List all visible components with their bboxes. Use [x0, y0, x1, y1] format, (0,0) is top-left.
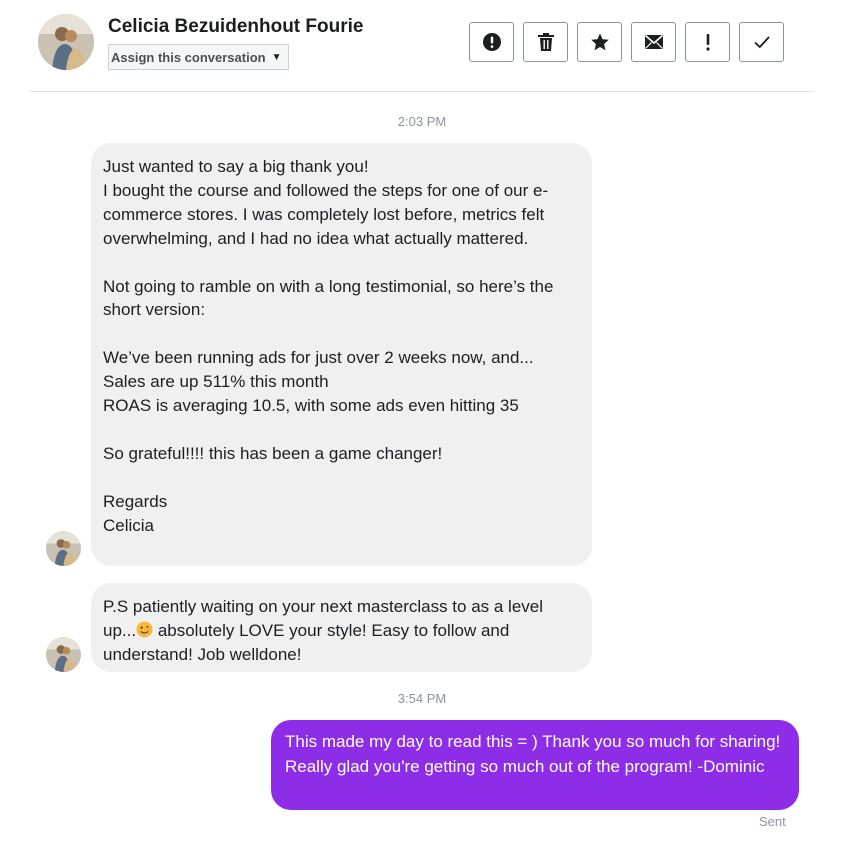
- star-icon: [590, 33, 609, 51]
- timestamp: 2:03 PM: [397, 114, 447, 129]
- star-button[interactable]: [577, 22, 622, 62]
- action-toolbar: [469, 22, 784, 62]
- reply-text: This made my day to read this = ) Thank …: [285, 732, 781, 776]
- follow-up-button[interactable]: [685, 22, 730, 62]
- sender-avatar[interactable]: [46, 637, 81, 672]
- contact-name: Celicia Bezuidenhout Fourie: [108, 16, 364, 37]
- envelope-icon: [644, 34, 663, 49]
- caret-down-icon: ▼: [271, 51, 282, 63]
- message-text: So grateful!!!! this has been a game cha…: [103, 443, 443, 463]
- message-text: Regards Celicia: [103, 491, 168, 535]
- trash-icon: [537, 33, 554, 51]
- mark-spam-button[interactable]: [469, 22, 514, 62]
- exclamation-icon: [705, 34, 710, 51]
- exclamation-circle-icon: [482, 33, 501, 51]
- conversation-header: Celicia Bezuidenhout Fourie Assign this …: [0, 0, 844, 92]
- sender-avatar[interactable]: [46, 531, 81, 566]
- checkmark-icon: [753, 36, 770, 49]
- outgoing-message-bubble: This made my day to read this = ) Thank …: [271, 720, 799, 810]
- slightly-smiling-face-emoji-icon: [136, 621, 153, 638]
- mark-done-button[interactable]: [739, 22, 784, 62]
- delete-button[interactable]: [523, 22, 568, 62]
- message-text: P.S patiently waiting on your next maste…: [103, 595, 580, 667]
- assign-label: Assign this conversation: [111, 49, 266, 65]
- sent-status: Sent: [759, 814, 786, 829]
- message-text-part: absolutely LOVE your style! Easy to foll…: [103, 620, 510, 664]
- contact-avatar[interactable]: [38, 14, 94, 70]
- header-divider: [30, 91, 814, 92]
- message-text: We’ve been running ads for just over 2 w…: [103, 348, 534, 416]
- incoming-message-bubble: Just wanted to say a big thank you! I bo…: [91, 143, 592, 566]
- timestamp: 3:54 PM: [397, 691, 447, 706]
- mark-unread-button[interactable]: [631, 22, 676, 62]
- assign-conversation-dropdown[interactable]: Assign this conversation ▼: [108, 44, 289, 70]
- message-text: Just wanted to say a big thank you! I bo…: [103, 157, 549, 248]
- incoming-message-bubble: P.S patiently waiting on your next maste…: [91, 583, 592, 672]
- message-text: Not going to ramble on with a long testi…: [103, 276, 554, 320]
